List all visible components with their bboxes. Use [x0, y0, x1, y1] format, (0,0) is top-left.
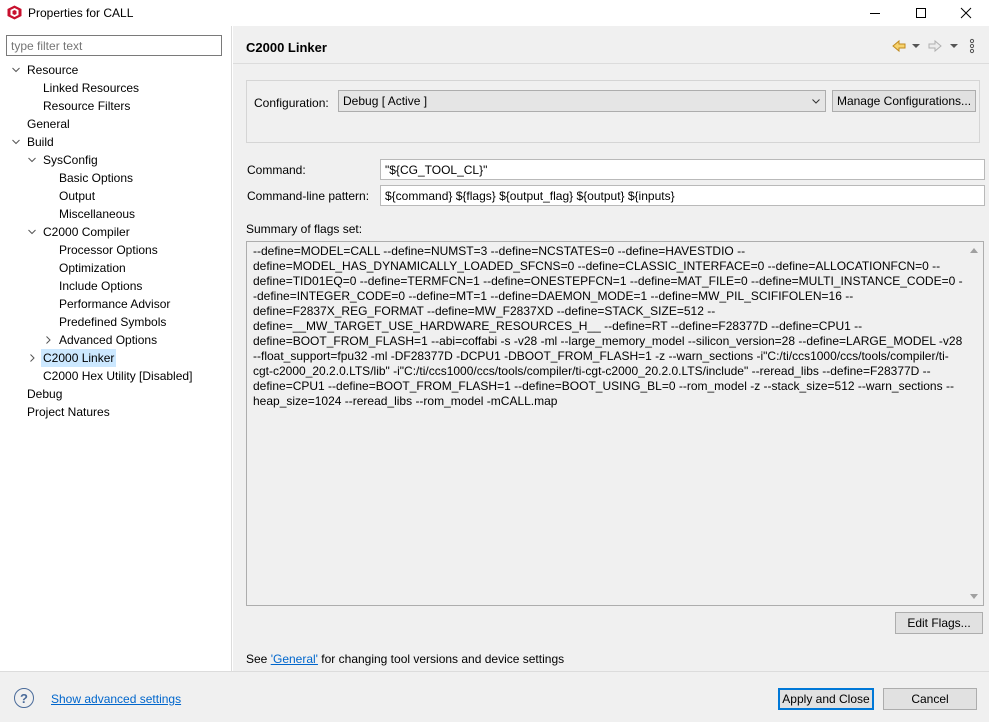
- back-menu-chevron-icon[interactable]: [912, 44, 920, 48]
- sidebar-item-resource[interactable]: Resource: [0, 61, 231, 79]
- sidebar-item-label: C2000 Hex Utility [Disabled]: [43, 369, 193, 383]
- sidebar-item-label: Performance Advisor: [59, 297, 171, 311]
- command-label: Command:: [247, 163, 306, 177]
- forward-arrow-icon[interactable]: [927, 38, 943, 54]
- sidebar-item-label: Optimization: [59, 261, 126, 275]
- scroll-up-icon[interactable]: [970, 248, 978, 253]
- close-button[interactable]: [943, 0, 989, 26]
- flags-summary-text: --define=MODEL=CALL --define=NUMST=3 --d…: [253, 244, 963, 408]
- more-options-icon[interactable]: [967, 38, 977, 54]
- sidebar-item-label: Resource: [27, 63, 79, 77]
- sidebar-item-debug[interactable]: Debug: [0, 385, 231, 403]
- sidebar-item-performance-advisor[interactable]: Performance Advisor: [0, 295, 231, 313]
- sidebar-item-c2000-compiler[interactable]: C2000 Compiler: [0, 223, 231, 241]
- sidebar-item-include-options[interactable]: Include Options: [0, 277, 231, 295]
- edit-flags-button[interactable]: Edit Flags...: [895, 612, 983, 634]
- minimize-button[interactable]: [852, 0, 898, 26]
- header-divider: [233, 63, 989, 64]
- main-panel: C2000 Linker Configuration: Debug [ Acti…: [233, 26, 989, 671]
- sidebar-item-basic-options[interactable]: Basic Options: [0, 169, 231, 187]
- cancel-label: Cancel: [911, 692, 949, 706]
- sidebar-item-miscellaneous[interactable]: Miscellaneous: [0, 205, 231, 223]
- window-title: Properties for CALL: [28, 6, 134, 20]
- sidebar: Resource Linked Resources Resource Filters…: [0, 26, 232, 671]
- sidebar-item-label: Include Options: [59, 279, 143, 293]
- minimize-icon: [870, 13, 880, 14]
- sidebar-item-c2000-linker[interactable]: C2000 Linker: [0, 349, 231, 367]
- chevron-down-icon[interactable]: [11, 61, 21, 79]
- sidebar-item-label: General: [27, 117, 70, 131]
- summary-flags-label: Summary of flags set:: [246, 222, 363, 236]
- sidebar-item-label: Predefined Symbols: [59, 315, 167, 329]
- command-line-pattern-label: Command-line pattern:: [247, 189, 370, 203]
- sidebar-item-linked-resources[interactable]: Linked Resources: [0, 79, 231, 97]
- apply-and-close-label: Apply and Close: [782, 692, 870, 706]
- app-icon: [7, 5, 22, 20]
- back-arrow-icon[interactable]: [891, 38, 907, 54]
- apply-and-close-button[interactable]: Apply and Close: [778, 688, 874, 710]
- chevron-right-icon[interactable]: [27, 349, 37, 367]
- sidebar-item-resource-filters[interactable]: Resource Filters: [0, 97, 231, 115]
- sidebar-item-label: C2000 Linker: [41, 349, 117, 367]
- sidebar-item-build[interactable]: Build: [0, 133, 231, 151]
- chevron-down-icon[interactable]: [27, 223, 37, 241]
- help-icon[interactable]: ?: [14, 688, 34, 708]
- page-title: C2000 Linker: [246, 40, 327, 55]
- maximize-button[interactable]: [898, 0, 944, 26]
- sidebar-item-label: Output: [59, 189, 96, 203]
- forward-menu-chevron-icon[interactable]: [950, 44, 958, 48]
- vertical-scrollbar[interactable]: [966, 242, 983, 605]
- hint-prefix: See: [246, 652, 271, 666]
- sidebar-item-advanced-options[interactable]: Advanced Options: [0, 331, 231, 349]
- title-bar: Properties for CALL: [0, 0, 989, 26]
- sidebar-item-label: Project Natures: [27, 405, 110, 419]
- sidebar-item-label: C2000 Compiler: [43, 225, 130, 239]
- filter-input[interactable]: [6, 35, 222, 56]
- sidebar-item-processor-options[interactable]: Processor Options: [0, 241, 231, 259]
- sidebar-item-sysconfig[interactable]: SysConfig: [0, 151, 231, 169]
- chevron-down-icon[interactable]: [27, 151, 37, 169]
- sidebar-item-predefined-symbols[interactable]: Predefined Symbols: [0, 313, 231, 331]
- command-line-pattern-field[interactable]: ${command} ${flags} ${output_flag} ${out…: [380, 185, 985, 206]
- configuration-label: Configuration:: [254, 96, 329, 110]
- sidebar-item-label: Advanced Options: [59, 333, 158, 347]
- sidebar-item-label: Basic Options: [59, 171, 134, 185]
- page-header: C2000 Linker: [233, 26, 989, 64]
- sidebar-item-label: Miscellaneous: [59, 207, 136, 221]
- show-advanced-settings-link[interactable]: Show advanced settings: [51, 692, 181, 706]
- sidebar-item-project-natures[interactable]: Project Natures: [0, 403, 231, 421]
- chevron-down-icon: [812, 99, 820, 104]
- cancel-button[interactable]: Cancel: [883, 688, 977, 710]
- general-hint: See 'General' for changing tool versions…: [246, 652, 564, 666]
- sidebar-item-label: Linked Resources: [43, 81, 140, 95]
- command-value: "${CG_TOOL_CL}": [385, 163, 488, 177]
- sidebar-item-label: Resource Filters: [43, 99, 131, 113]
- chevron-right-icon[interactable]: [43, 331, 53, 349]
- edit-flags-label: Edit Flags...: [907, 616, 971, 630]
- configuration-value: Debug [ Active ]: [343, 94, 428, 108]
- sidebar-item-label: Processor Options: [59, 243, 158, 257]
- sidebar-item-c2000-hex-utility-disabled[interactable]: C2000 Hex Utility [Disabled]: [0, 367, 231, 385]
- sidebar-item-label: Debug: [27, 387, 63, 401]
- manage-configurations-label: Manage Configurations...: [836, 94, 972, 108]
- sidebar-item-label: SysConfig: [43, 153, 98, 167]
- configuration-select[interactable]: Debug [ Active ]: [338, 90, 826, 112]
- sidebar-item-label: Build: [27, 135, 54, 149]
- hint-suffix: for changing tool versions and device se…: [317, 652, 565, 666]
- chevron-down-icon[interactable]: [11, 133, 21, 151]
- command-field[interactable]: "${CG_TOOL_CL}": [380, 159, 985, 180]
- flags-summary-textarea[interactable]: --define=MODEL=CALL --define=NUMST=3 --d…: [246, 241, 984, 606]
- command-line-pattern-value: ${command} ${flags} ${output_flag} ${out…: [385, 189, 675, 203]
- close-icon: [960, 7, 972, 19]
- scroll-down-icon[interactable]: [970, 594, 978, 599]
- footer-bar: ? Show advanced settings Apply and Close…: [0, 671, 989, 722]
- manage-configurations-button[interactable]: Manage Configurations...: [832, 90, 976, 112]
- sidebar-item-optimization[interactable]: Optimization: [0, 259, 231, 277]
- sidebar-item-output[interactable]: Output: [0, 187, 231, 205]
- sidebar-item-general[interactable]: General: [0, 115, 231, 133]
- maximize-icon: [916, 8, 926, 18]
- general-link[interactable]: 'General': [271, 652, 318, 666]
